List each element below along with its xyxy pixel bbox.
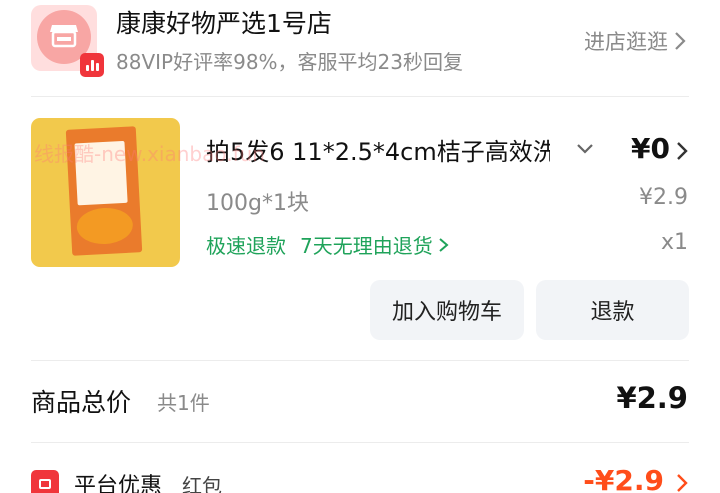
orange-graphic (75, 206, 134, 246)
chevron-right-icon (439, 237, 449, 252)
item-count: 共1件 (157, 391, 210, 415)
service-guarantee[interactable]: 极速退款 7天无理由退货 (206, 230, 451, 259)
gift-icon (31, 470, 59, 493)
storefront-icon (50, 25, 78, 48)
store-name[interactable]: 康康好物严选1号店 (116, 4, 332, 40)
product-title[interactable]: 拍5发6 11*2.5*4cm桔子高效洗 (206, 132, 550, 167)
fast-refund-label: 极速退款 (206, 234, 286, 258)
visit-store-link[interactable]: 进店逛逛 (584, 26, 686, 56)
add-to-cart-button[interactable]: 加入购物车 (370, 280, 524, 340)
divider (31, 96, 689, 97)
chevron-right-icon[interactable] (676, 473, 688, 493)
total-price-label: 商品总价 (31, 388, 132, 417)
red-packet-tag: 红包 (182, 474, 222, 493)
platform-discount-label: 平台优惠 (74, 474, 163, 493)
bar-chart-badge-icon (80, 53, 104, 77)
product-image[interactable] (31, 118, 180, 267)
store-rating-text: 88VIP好评率98%，客服平均23秒回复 (116, 50, 463, 74)
visit-store-label: 进店逛逛 (584, 30, 668, 54)
seven-day-return-label: 7天无理由退货 (300, 234, 433, 258)
divider (31, 442, 689, 443)
chevron-right-icon[interactable] (676, 140, 688, 162)
product-unit-price: ¥2.9 (639, 185, 688, 210)
chevron-right-icon (675, 32, 686, 50)
refund-button[interactable]: 退款 (536, 280, 689, 340)
orange-soap-package-image (65, 126, 143, 256)
product-price: ¥0 (631, 132, 670, 165)
package-label (74, 140, 128, 206)
chevron-down-icon[interactable] (575, 142, 595, 156)
discount-amount: -¥2.9 (583, 464, 664, 493)
divider (31, 360, 689, 361)
total-price: ¥2.9 (616, 381, 688, 415)
product-spec: 100g*1块 (206, 191, 309, 216)
product-quantity: x1 (660, 230, 688, 255)
